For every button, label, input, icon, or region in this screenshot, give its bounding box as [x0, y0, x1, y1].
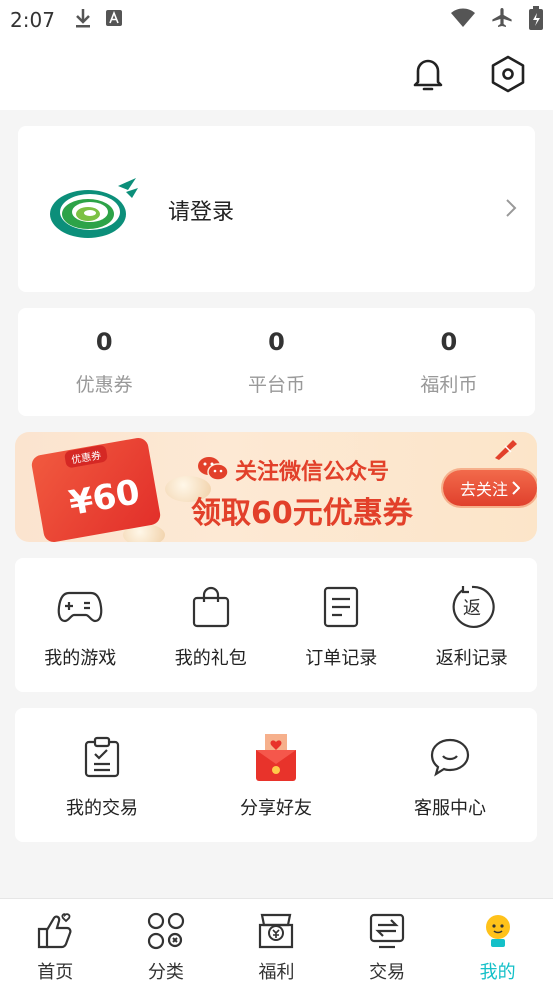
tab-welfare[interactable]: 福利	[221, 899, 332, 984]
banner-subtitle: 领取60元优惠券	[191, 496, 413, 531]
order-document-icon	[316, 582, 366, 632]
tab-home[interactable]: 首页	[0, 899, 111, 984]
menu-my-gifts[interactable]: 我的礼包	[146, 558, 277, 692]
follow-button[interactable]: 去关注	[443, 470, 537, 506]
menu-share-friends[interactable]: 分享好友	[189, 708, 363, 842]
menu-label: 订单记录	[305, 648, 378, 669]
top-header	[0, 40, 553, 110]
menu-label: 我的交易	[66, 798, 138, 819]
menu-label: 返利记录	[435, 648, 508, 669]
menu-label: 我的礼包	[174, 648, 247, 669]
battery-icon	[529, 6, 543, 34]
exchange-icon	[365, 909, 409, 952]
airplane-icon	[491, 7, 513, 33]
tab-label: 交易	[369, 962, 406, 983]
grid-icon	[144, 909, 188, 952]
red-envelope-icon	[251, 732, 301, 782]
menu-section-1: 我的游戏 我的礼包 订单记录 返 返利记录	[15, 558, 537, 692]
follow-button-label: 去关注	[459, 480, 508, 499]
banner-title: 关注微信公众号	[235, 460, 390, 485]
menu-label: 我的游戏	[44, 648, 117, 669]
stat-value: 0	[95, 327, 113, 356]
menu-section-2: 我的交易 分享好友 客服中心	[15, 708, 537, 842]
chevron-right-icon	[512, 481, 520, 495]
clipboard-check-icon	[77, 732, 127, 782]
status-bar: 2:07	[0, 0, 553, 40]
chat-bubble-icon	[425, 732, 475, 782]
svg-text:返: 返	[463, 598, 481, 619]
gift-bag-icon	[186, 582, 236, 632]
bell-icon[interactable]	[408, 54, 448, 94]
tab-categories[interactable]: 分类	[111, 899, 222, 984]
tab-label: 分类	[147, 962, 184, 983]
stat-welfare-coins[interactable]: 0 福利币	[363, 308, 535, 416]
tab-mine[interactable]: 我的	[442, 899, 553, 984]
tab-label: 福利	[258, 962, 295, 983]
settings-hexagon-icon[interactable]	[488, 54, 528, 94]
menu-customer-service[interactable]: 客服中心	[363, 708, 537, 842]
stat-label: 福利币	[420, 373, 478, 396]
app-logo	[48, 176, 140, 242]
gamepad-icon	[55, 582, 105, 632]
chevron-right-icon	[505, 198, 517, 222]
bottom-tab-bar: 首页 分类 福利 交易 我的	[0, 898, 553, 984]
stats-card: 0 优惠券 0 平台币 0 福利币	[18, 308, 535, 416]
login-card[interactable]: 请登录	[18, 126, 535, 292]
stat-value: 0	[268, 327, 285, 356]
stat-platform-coins[interactable]: 0 平台币	[190, 308, 362, 416]
tab-trade[interactable]: 交易	[332, 899, 443, 984]
tab-label: 首页	[37, 962, 74, 983]
status-time: 2:07	[10, 8, 55, 32]
menu-label: 客服中心	[414, 798, 486, 819]
stat-coupons[interactable]: 0 优惠券	[18, 308, 190, 416]
login-prompt[interactable]: 请登录	[168, 194, 234, 226]
gift-yen-icon	[254, 909, 298, 952]
wechat-follow-banner[interactable]: 优惠券 ¥60 关注微信公众号 领取60元优惠券 去关注	[15, 432, 537, 542]
menu-rebate-records[interactable]: 返 返利记录	[407, 558, 538, 692]
ribbon-icon	[493, 438, 519, 464]
download-icon	[73, 7, 93, 33]
menu-label: 分享好友	[240, 798, 312, 819]
text-a-icon	[105, 9, 123, 31]
rebate-icon: 返	[447, 582, 497, 632]
tab-label: 我的	[479, 962, 516, 983]
stat-label: 优惠券	[75, 373, 133, 396]
wechat-icon	[197, 456, 229, 486]
stat-label: 平台币	[247, 373, 305, 396]
menu-my-games[interactable]: 我的游戏	[15, 558, 146, 692]
mascot-icon	[476, 909, 520, 952]
wifi-icon	[451, 8, 475, 32]
thumbs-up-icon	[33, 909, 77, 952]
menu-my-trades[interactable]: 我的交易	[15, 708, 189, 842]
stat-value: 0	[440, 327, 458, 356]
menu-order-records[interactable]: 订单记录	[276, 558, 407, 692]
